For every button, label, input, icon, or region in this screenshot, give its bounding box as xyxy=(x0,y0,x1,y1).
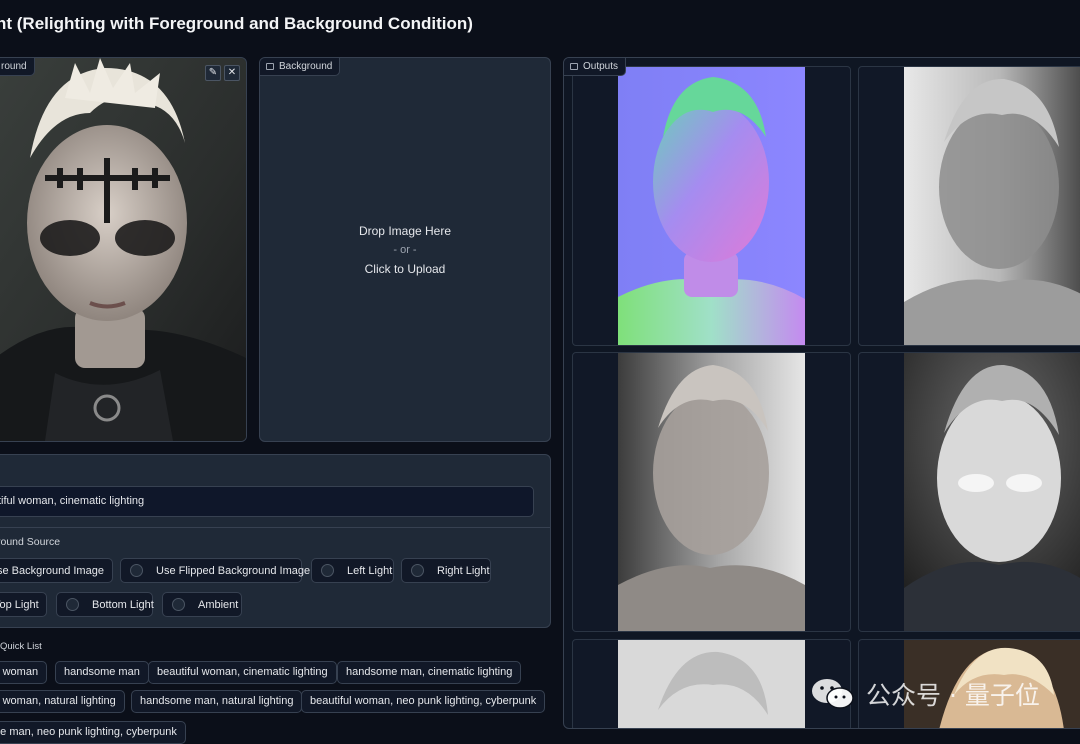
radio-label: Ambient xyxy=(198,598,239,611)
output-thumbnail[interactable] xyxy=(572,352,851,632)
quick-list-item[interactable]: me man, neo punk lighting, cyberpunk xyxy=(0,721,186,744)
radio-use-flipped-background-image[interactable]: Use Flipped Background Image xyxy=(120,558,310,583)
page-title: ht (Relighting with Foreground and Backg… xyxy=(0,14,473,33)
image-icon xyxy=(266,63,274,70)
watermark-text: 公众号 · 量子位 xyxy=(866,681,1040,710)
outputs-gallery: Outputs xyxy=(563,57,1080,729)
outputs-label-tag: Outputs xyxy=(564,58,627,76)
normal-map-image xyxy=(618,67,805,345)
foreground-portrait-image xyxy=(0,58,246,441)
radio-dot xyxy=(172,598,185,611)
section-divider xyxy=(0,527,550,528)
radio-dot xyxy=(130,564,143,577)
quick-list-item[interactable]: beautiful woman, cinematic lighting xyxy=(148,661,337,684)
quick-list-item[interactable]: ul woman xyxy=(0,661,48,684)
outputs-label: Outputs xyxy=(583,61,619,72)
or-text: - or - xyxy=(393,244,417,256)
wechat-watermark: 公众号 · 量子位 xyxy=(810,676,1040,712)
radio-dot xyxy=(411,564,424,577)
foreground-label-tag: round xyxy=(0,58,35,76)
radio-label: Right Light xyxy=(437,564,490,577)
upload-dropzone[interactable]: Drop Image Here - or - Click to Upload xyxy=(260,222,550,279)
quick-list-item[interactable]: ul woman, natural lighting xyxy=(0,690,125,713)
radio-ambient[interactable]: Ambient xyxy=(162,592,242,617)
relit-output-image xyxy=(618,640,805,728)
radio-bottom-light[interactable]: Bottom Light xyxy=(56,592,154,617)
radio-top-light[interactable]: Top Light xyxy=(0,592,47,617)
quick-list-label: Quick List xyxy=(0,641,42,652)
radio-dot xyxy=(66,598,79,611)
edit-icon[interactable]: ✎ xyxy=(205,65,221,81)
click-upload-text: Click to Upload xyxy=(364,262,446,276)
radio-dot xyxy=(321,564,334,577)
radio-label: Bottom Light xyxy=(92,598,154,611)
wechat-logo-icon xyxy=(812,679,854,709)
output-thumbnail[interactable] xyxy=(858,66,1080,346)
foreground-label: round xyxy=(1,61,27,72)
background-label: Background xyxy=(279,61,333,72)
quick-list-item[interactable]: beautiful woman, neo punk lighting, cybe… xyxy=(301,690,546,713)
lighting-source-label: round Source xyxy=(0,536,61,548)
prompt-input[interactable]: tiful woman, cinematic lighting xyxy=(0,486,534,517)
radio-use-background-image[interactable]: Use Background Image xyxy=(0,558,113,583)
relit-output-image xyxy=(904,67,1080,345)
relit-output-image xyxy=(618,353,805,631)
output-thumbnail[interactable] xyxy=(572,66,851,346)
radio-label: Use Flipped Background Image xyxy=(156,564,311,577)
output-thumbnail[interactable] xyxy=(858,352,1080,632)
radio-label: Use Background Image xyxy=(0,564,104,577)
background-upload-panel[interactable]: Background Drop Image Here - or - Click … xyxy=(259,57,551,442)
quick-list-item[interactable]: handsome man, natural lighting xyxy=(131,690,303,713)
prompt-settings-panel: t tiful woman, cinematic lighting round … xyxy=(0,454,551,628)
relit-output-image xyxy=(904,353,1080,631)
gallery-icon xyxy=(570,63,578,70)
radio-left-light[interactable]: Left Light xyxy=(311,558,394,583)
radio-label: Left Light xyxy=(347,564,393,577)
close-icon[interactable]: ✕ xyxy=(224,65,240,81)
foreground-image-panel[interactable]: round ✎ ✕ xyxy=(0,57,247,442)
quick-list-item[interactable]: handsome man xyxy=(55,661,149,684)
radio-right-light[interactable]: Right Light xyxy=(401,558,491,583)
background-label-tag: Background xyxy=(260,58,341,76)
quick-list-item[interactable]: handsome man, cinematic lighting xyxy=(337,661,522,684)
radio-label: Top Light xyxy=(0,598,39,611)
drop-text: Drop Image Here xyxy=(358,224,452,238)
